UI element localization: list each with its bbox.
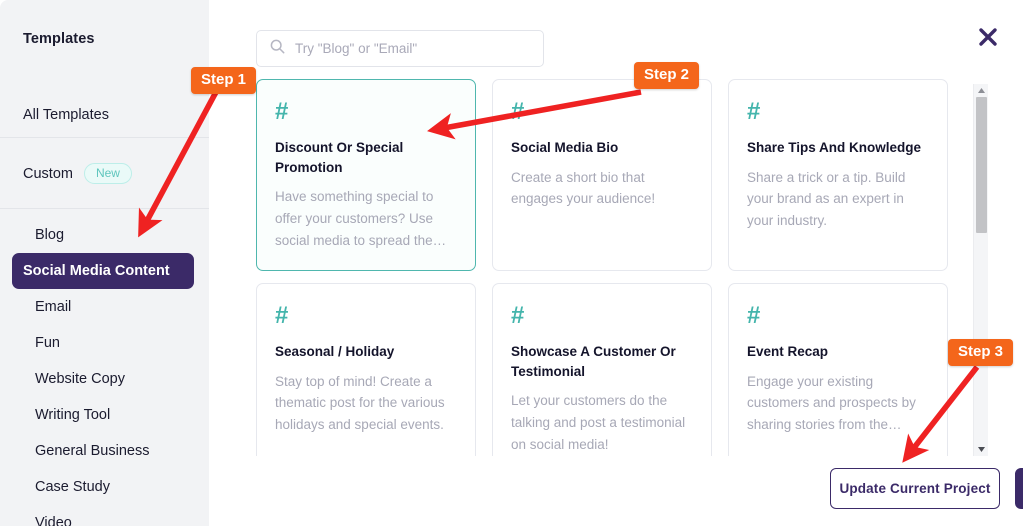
sidebar-item-label: Custom (23, 165, 73, 182)
sidebar-title: Templates (23, 31, 95, 47)
hash-icon: # (511, 302, 525, 329)
sidebar-item-fun[interactable]: Fun (12, 325, 194, 361)
hash-icon: # (275, 98, 289, 125)
sidebar-item-label: Website Copy (35, 371, 125, 387)
sidebar-item-case-study[interactable]: Case Study (12, 469, 194, 505)
sidebar-item-email[interactable]: Email (12, 289, 194, 325)
template-card-seasonal-holiday[interactable]: # Seasonal / Holiday Stay top of mind! C… (256, 283, 476, 456)
hash-icon: # (747, 302, 761, 329)
sidebar-item-blog[interactable]: Blog (12, 217, 194, 253)
template-card-description: Have something special to offer your cus… (275, 189, 447, 248)
sidebar-category-list: Blog Social Media Content Email Fun Webs… (0, 217, 209, 526)
sidebar-item-label: Email (35, 299, 72, 315)
sidebar-item-label: Fun (35, 335, 60, 351)
sidebar: Templates All Templates Custom New Blog … (0, 0, 209, 526)
scrollbar-vertical[interactable] (973, 84, 988, 456)
sidebar-item-video[interactable]: Video (12, 505, 194, 526)
template-card-showcase-a-customer-or-testimonial[interactable]: # Showcase A Customer Or Testimonial Let… (492, 283, 712, 456)
template-card-description: Stay top of mind! Create a thematic post… (275, 373, 445, 433)
template-card-title: Social Media Bio (511, 140, 619, 155)
sidebar-item-writing-tool[interactable]: Writing Tool (12, 397, 194, 433)
sidebar-item-social-media-content[interactable]: Social Media Content (12, 253, 194, 289)
triangle-up-icon[interactable] (974, 84, 989, 97)
scrollbar-thumb[interactable] (976, 97, 987, 233)
annotation-step-2-label: Step 2 (634, 62, 700, 89)
start-new-project-button[interactable]: Start New Project (1015, 468, 1023, 509)
search-bar[interactable] (256, 30, 544, 67)
sidebar-item-label: Social Media Content (23, 263, 170, 279)
search-input[interactable] (295, 41, 525, 56)
main-panel: # Discount Or Special Promotion Have som… (209, 0, 1023, 526)
template-card-title: Event Recap (747, 344, 829, 359)
template-card-share-tips-and-knowledge[interactable]: # Share Tips And Knowledge Share a trick… (728, 79, 948, 271)
annotation-step-1-label: Step 1 (191, 67, 257, 94)
hash-icon: # (747, 98, 761, 125)
template-card-description: Create a short bio that engages your aud… (511, 169, 656, 207)
template-card-title: Discount Or Special Promotion (275, 140, 404, 175)
annotation-step-3-label: Step 3 (948, 339, 1014, 366)
triangle-down-icon[interactable] (974, 443, 989, 456)
sidebar-divider-2 (0, 208, 209, 209)
template-card-description: Share a trick or a tip. Build your brand… (747, 169, 906, 229)
sidebar-item-general-business[interactable]: General Business (12, 433, 194, 469)
sidebar-item-label: Blog (35, 227, 65, 243)
template-card-social-media-bio[interactable]: # Social Media Bio Create a short bio th… (492, 79, 712, 271)
button-label: Update Current Project (839, 481, 991, 496)
sidebar-item-label: Video (35, 515, 72, 526)
close-icon[interactable] (975, 24, 1001, 50)
template-card-description: Engage your existing customers and prosp… (747, 373, 916, 433)
search-icon (270, 39, 285, 59)
sidebar-item-custom[interactable]: Custom New (23, 163, 132, 184)
template-card-event-recap[interactable]: # Event Recap Engage your existing custo… (728, 283, 948, 456)
template-card-description: Let your customers do the talking and po… (511, 393, 686, 452)
template-card-title: Seasonal / Holiday (275, 344, 395, 359)
sidebar-item-label: Case Study (35, 479, 110, 495)
sidebar-divider-1 (0, 137, 209, 138)
hash-icon: # (275, 302, 289, 329)
status-badge-new: New (83, 163, 132, 184)
templates-modal: Templates All Templates Custom New Blog … (0, 0, 1023, 526)
template-card-title: Share Tips And Knowledge (747, 140, 922, 155)
template-card-discount-or-special-promotion[interactable]: # Discount Or Special Promotion Have som… (256, 79, 476, 271)
sidebar-item-label: General Business (35, 443, 150, 459)
template-card-grid: # Discount Or Special Promotion Have som… (256, 79, 968, 456)
sidebar-item-all-templates[interactable]: All Templates (0, 107, 109, 123)
template-card-title: Showcase A Customer Or Testimonial (511, 344, 676, 379)
sidebar-item-label: Writing Tool (35, 407, 111, 423)
hash-icon: # (511, 98, 525, 125)
sidebar-item-label: All Templates (23, 107, 109, 123)
sidebar-item-website-copy[interactable]: Website Copy (12, 361, 194, 397)
update-current-project-button[interactable]: Update Current Project (830, 468, 1000, 509)
